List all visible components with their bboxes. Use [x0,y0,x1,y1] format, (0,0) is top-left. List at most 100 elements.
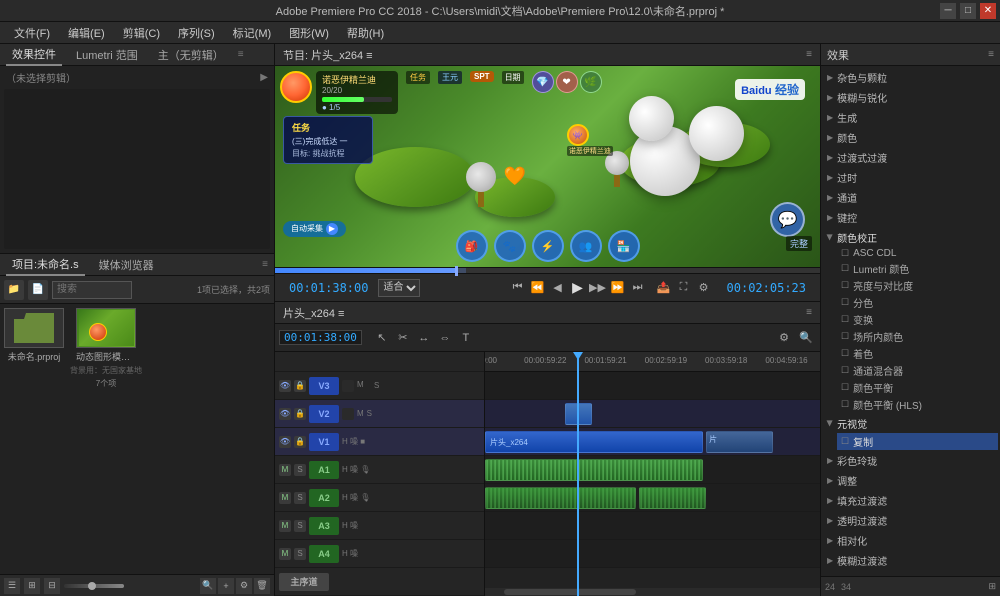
action-pet-btn[interactable]: 🐾 [494,230,526,262]
track-collapse-v3[interactable]: M [357,380,371,392]
btn-play[interactable]: ▶ [569,279,587,297]
track-solo-a2[interactable]: S [294,492,306,504]
new-project-item-btn[interactable]: + [218,578,234,594]
tree-group-adjust-header[interactable]: ▶ 调整 [823,471,998,490]
tree-leaf-lumetri[interactable]: ☐ Lumetri 颜色 [837,260,998,277]
btn-step-forward[interactable]: ⏭ [629,279,647,297]
track-solo-a4[interactable]: S [294,548,306,560]
track-mute-a3[interactable]: M [279,520,291,532]
btn-settings[interactable]: ⚙ [695,279,713,297]
tree-leaf-channel-mixer[interactable]: ☐ 通道混合器 [837,362,998,379]
playhead[interactable] [577,352,579,596]
clip-a1-main[interactable] [485,459,703,481]
auto-collect-btn[interactable]: 自动采集 ▶ [283,221,346,237]
chat-button[interactable]: 💬 [770,202,805,237]
new-item-button[interactable]: 📄 [28,280,48,300]
btn-fullscreen[interactable]: ⛶ [675,279,693,297]
action-transform-btn[interactable]: ⚡ [532,230,564,262]
icon-view-btn[interactable]: ⊞ [24,578,40,594]
selection-tool[interactable]: ↖ [372,328,392,348]
tab-media-browser[interactable]: 媒体浏览器 [93,255,160,275]
menu-edit[interactable]: 编辑(E) [60,23,113,43]
new-bin-button[interactable]: 📁 [4,280,24,300]
text-tool[interactable]: T [456,328,476,348]
tab-effects-controls[interactable]: 效果控件 [6,44,62,66]
timeline-tab[interactable]: 片头_x264 ≡ [283,305,344,321]
tree-group-transition-header[interactable]: ▶ 过渡式过渡 [823,148,998,167]
tree-leaf-tint[interactable]: ☐ 着色 [837,345,998,362]
btn-prev-edit[interactable]: ⏪ [529,279,547,297]
btn-fast-forward[interactable]: ▶▶ [589,279,607,297]
tree-leaf-color-balance[interactable]: ☐ 颜色平衡 [837,379,998,396]
right-panel-expand-btn[interactable]: ⊞ [988,581,996,592]
track-lock-v3[interactable]: 🔒 [294,380,306,392]
timeline-settings-btn[interactable]: ⚙ [774,328,794,348]
track-source-v2[interactable] [342,408,354,420]
tree-leaf-brightness[interactable]: ☐ 亮度与对比度 [837,277,998,294]
track-mute-a1[interactable]: M [279,464,291,476]
track-mute-a4[interactable]: M [279,548,291,560]
expand-icon[interactable]: ▶ [260,72,268,83]
btn-next-edit[interactable]: ⏩ [609,279,627,297]
action-bag-btn[interactable]: 🎒 [456,230,488,262]
monitor-progress-bar[interactable] [275,267,820,273]
tree-group-relative-header[interactable]: ▶ 相对化 [823,531,998,550]
razor-tool[interactable]: ✂ [393,328,413,348]
action-social-btn[interactable]: 👥 [570,230,602,262]
track-solo-a3[interactable]: S [294,520,306,532]
track-eye-v2[interactable]: 👁 [279,408,291,420]
track-lock-v1[interactable]: 🔒 [294,436,306,448]
tab-lumetri-scope[interactable]: Lumetri 范围 [70,45,144,65]
tree-leaf-colorize[interactable]: ☐ 分色 [837,294,998,311]
effects-browser-menu[interactable]: ≡ [988,49,994,60]
track-mute-a2[interactable]: M [279,492,291,504]
menu-clip[interactable]: 剪辑(C) [115,23,168,43]
track-mute-v2[interactable]: M [357,409,364,418]
track-solo-a1[interactable]: S [294,464,306,476]
tab-project[interactable]: 项目:未命名.s [6,254,85,276]
size-slider[interactable] [64,584,124,588]
tree-group-fill-header[interactable]: ▶ 填充过渡滤 [823,491,998,510]
clip-a2-1[interactable] [485,487,636,509]
track-mute-v3[interactable]: S [374,381,379,390]
freeform-btn[interactable]: ⊟ [44,578,60,594]
action-shop-btn[interactable]: 🏪 [608,230,640,262]
tree-leaf-replicate[interactable]: ☐ 复制 [837,433,998,450]
project-search-input[interactable] [52,281,132,299]
timeline-scrollbar[interactable] [485,588,820,596]
list-view-btn[interactable]: ☰ [4,578,20,594]
tree-group-blur2-header[interactable]: ▶ 模糊过渡滤 [823,551,998,570]
btn-rewind[interactable]: ◀ [549,279,567,297]
tree-group-color2-header[interactable]: ▶ 彩色玲珑 [823,451,998,470]
menu-help[interactable]: 帮助(H) [339,23,392,43]
close-button[interactable]: ✕ [980,3,996,19]
timeline-timecode[interactable]: 00:01:38:00 [279,330,362,345]
tree-leaf-color-balance-hls[interactable]: ☐ 颜色平衡 (HLS) [837,396,998,413]
trash-btn[interactable]: 🗑 [254,578,270,594]
btn-step-back[interactable]: ⏮ [509,279,527,297]
menu-sequence[interactable]: 序列(S) [170,23,223,43]
search-bottom-btn[interactable]: 🔍 [200,578,216,594]
monitor-tab-label[interactable]: 节目: 片头_x264 ≡ [283,47,373,63]
track-sync-v2[interactable]: S [367,409,372,418]
menu-graphics[interactable]: 图形(W) [281,23,337,43]
tree-group-color-correct-header[interactable]: ▶ 颜色校正 [823,228,998,247]
project-item-0[interactable]: 未命名.prproj [4,308,64,570]
tree-group-meta-header[interactable]: ▶ 元视觉 [823,414,998,433]
tree-leaf-asc[interactable]: ☐ ASC CDL [837,247,998,260]
tree-group-color-header[interactable]: ▶ 颜色 [823,128,998,147]
tree-group-transparent-header[interactable]: ▶ 透明过渡滤 [823,511,998,530]
timeline-search-btn[interactable]: 🔍 [796,328,816,348]
panel-menu-icon[interactable]: ≡ [238,49,244,60]
tree-group-obsolete-header[interactable]: ▶ 过时 [823,168,998,187]
tree-group-channel-header[interactable]: ▶ 通道 [823,188,998,207]
clip-a2-2[interactable] [639,487,706,509]
project-panel-menu-icon[interactable]: ≡ [262,259,268,270]
track-lock-v2[interactable]: 🔒 [294,408,306,420]
settings-btn[interactable]: ⚙ [236,578,252,594]
roll-tool[interactable]: ⇔ [435,328,455,348]
tree-group-blur-header[interactable]: ▶ 模糊与锐化 [823,88,998,107]
clip-v1-main[interactable]: 片头_x264 [485,431,703,453]
track-eye-v3[interactable]: 👁 [279,380,291,392]
track-source-v3[interactable] [342,380,354,392]
